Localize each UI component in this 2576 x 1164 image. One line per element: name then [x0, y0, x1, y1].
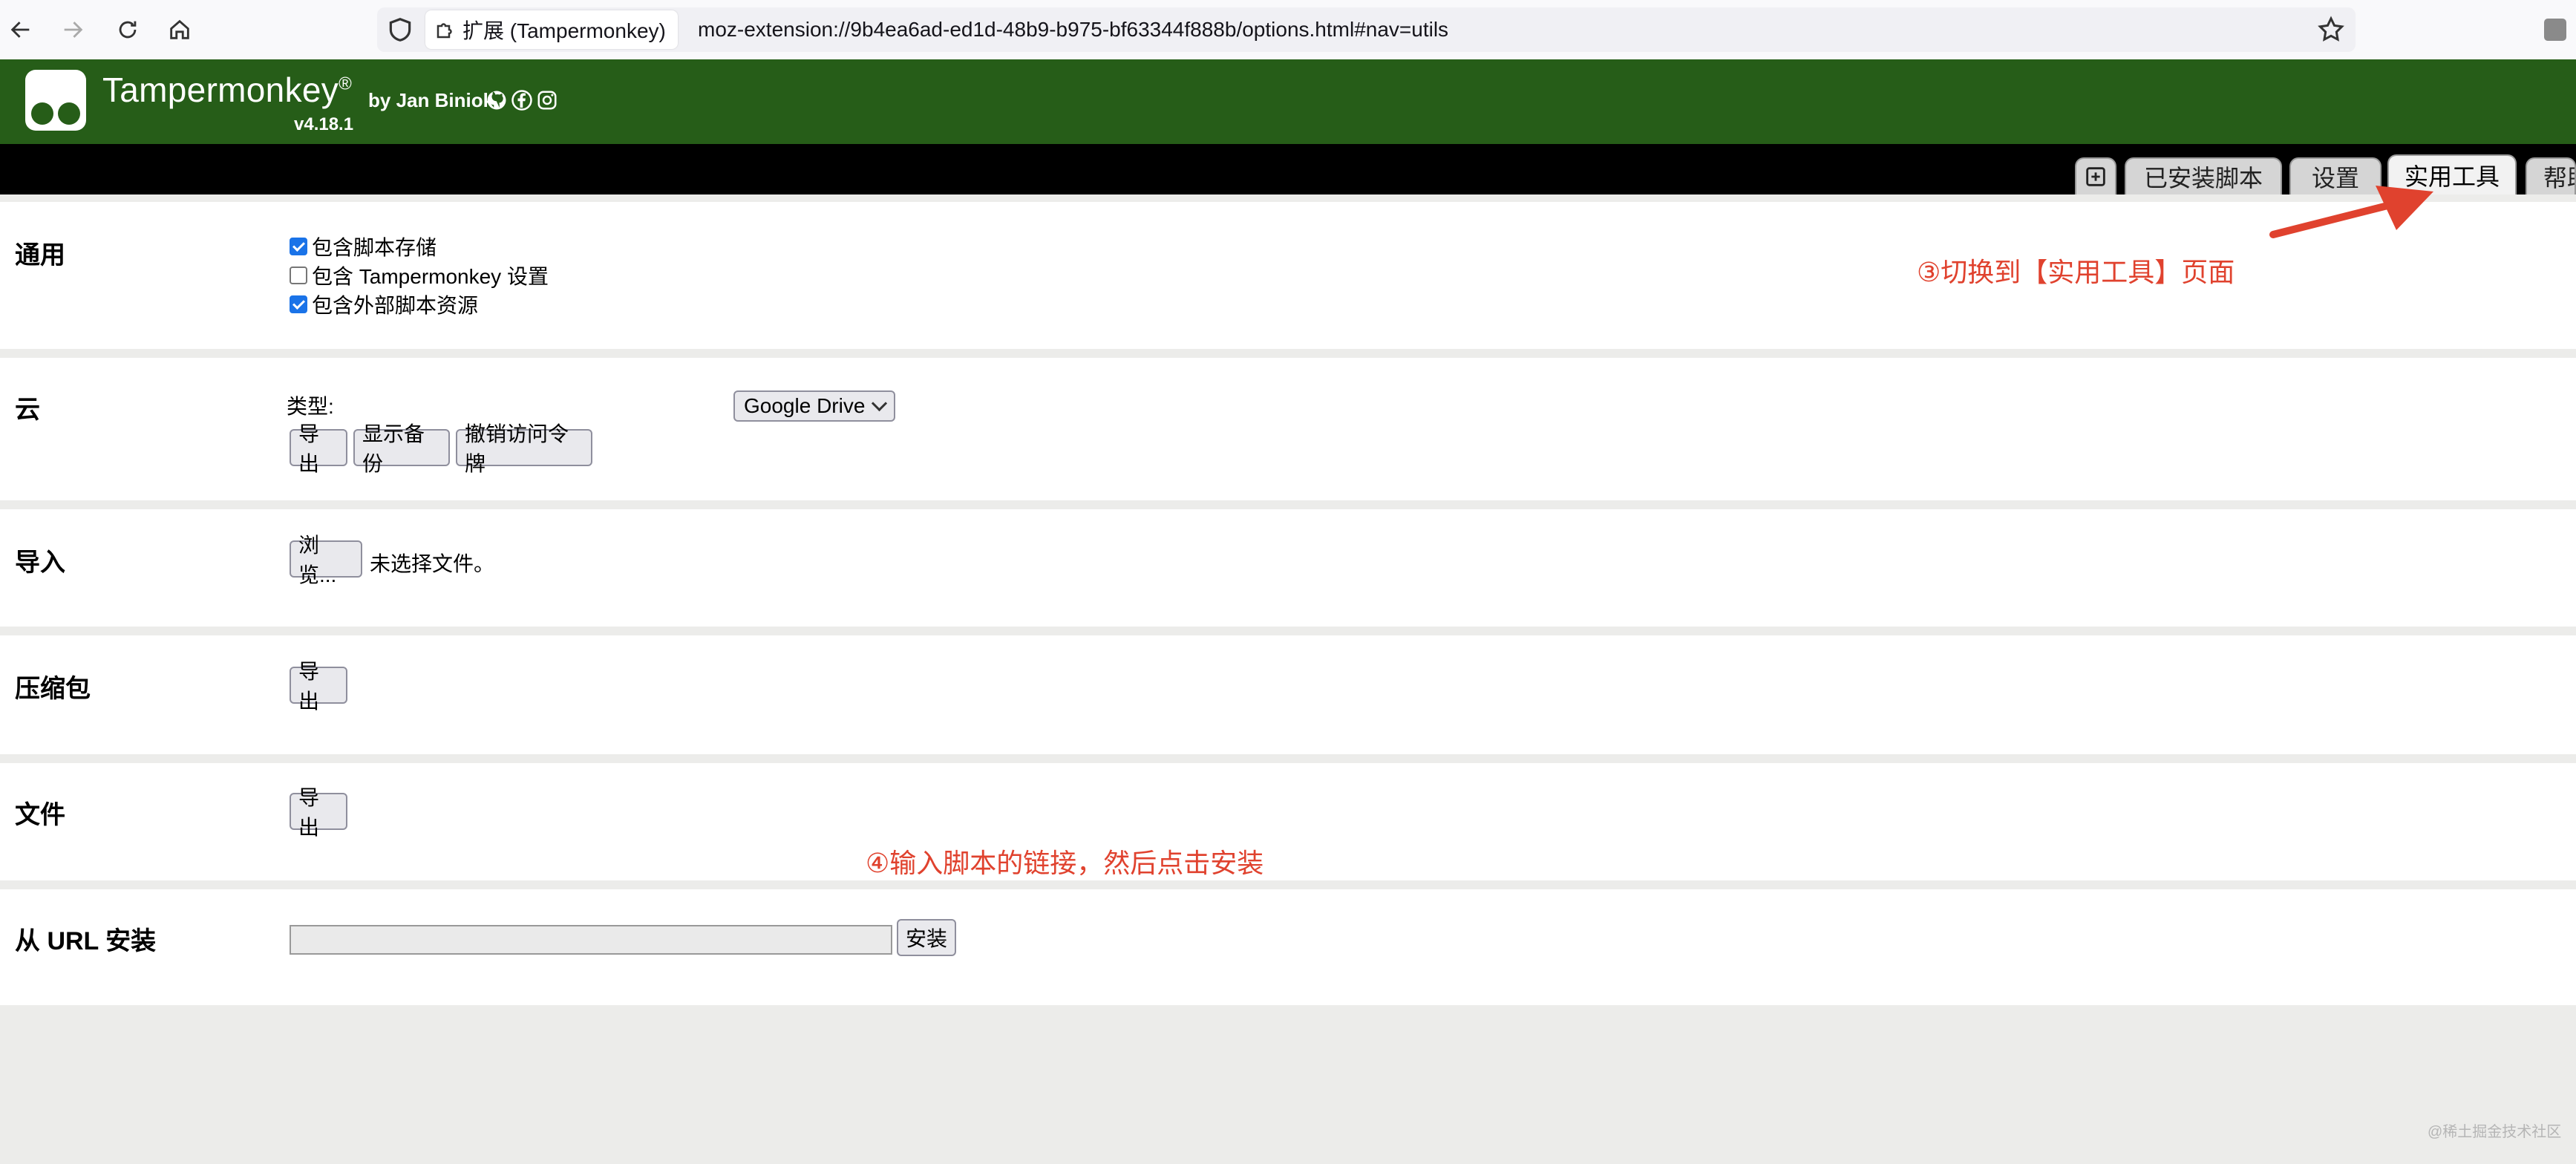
home-icon: [170, 19, 189, 39]
option-include-storage[interactable]: 包含脚本存储: [290, 232, 437, 261]
home-button[interactable]: [160, 10, 199, 49]
instagram-icon[interactable]: [536, 89, 558, 111]
chevron-down-icon: [872, 395, 888, 411]
app-version: v4.18.1: [294, 114, 354, 134]
section-title: 导入: [15, 549, 65, 577]
annotation-step3: ③切换到【实用工具】页面: [1917, 257, 2235, 287]
annotation-step4: ④输入脚本的链接，然后点击安装: [866, 848, 1264, 878]
plus-square-icon: [2086, 167, 2105, 186]
option-include-external-resources[interactable]: 包含外部脚本资源: [290, 290, 478, 319]
section-url-install: 从 URL 安装 安装: [0, 889, 2576, 1005]
file-export-button[interactable]: 导出: [290, 786, 347, 839]
install-button[interactable]: 安装: [897, 919, 956, 956]
script-url-input[interactable]: [290, 925, 892, 955]
revoke-token-button[interactable]: 撤销访问令牌: [456, 422, 592, 475]
reload-icon: [119, 21, 137, 39]
no-file-selected-text: 未选择文件。: [370, 552, 495, 575]
option-include-settings[interactable]: 包含 Tampermonkey 设置: [290, 261, 549, 290]
section-title: 压缩包: [15, 675, 91, 703]
back-button[interactable]: [1, 10, 40, 49]
section-cloud: 云 类型: Google Drive 导出 显示备份 撤销访问令牌: [0, 358, 2576, 500]
arrow-left-icon: [10, 22, 30, 38]
forward-button[interactable]: [53, 10, 92, 49]
annotation-arrow-icon: [2269, 186, 2433, 238]
section-title: 文件: [15, 801, 65, 829]
cloud-type-label: 类型:: [287, 395, 334, 418]
arrow-right-icon: [64, 22, 83, 38]
section-title: 通用: [15, 241, 65, 269]
section-import: 导入 浏览... 未选择文件。: [0, 509, 2576, 627]
github-icon[interactable]: [486, 89, 508, 111]
site-identity[interactable]: 扩展 (Tampermonkey): [425, 10, 678, 49]
bookmark-star-icon[interactable]: [2316, 15, 2346, 45]
reload-button[interactable]: [108, 10, 147, 49]
tampermonkey-logo-icon: [25, 70, 86, 131]
cloud-type-select[interactable]: Google Drive: [733, 390, 896, 422]
site-identity-label: 扩展 (Tampermonkey): [462, 19, 666, 42]
shield-icon[interactable]: [386, 16, 414, 44]
tab-new-script[interactable]: [2075, 157, 2116, 194]
zip-export-button[interactable]: 导出: [290, 660, 347, 713]
puzzle-piece-icon: [437, 23, 452, 39]
extensions-icon[interactable]: [2540, 15, 2570, 45]
section-zip: 压缩包 导出: [0, 635, 2576, 754]
tab-bar: 已安装脚本 设置 实用工具 帮助: [0, 144, 2576, 194]
section-file: 文件 导出: [0, 763, 2576, 880]
watermark: @稀土掘金技术社区: [2428, 1124, 2562, 1140]
tab-help[interactable]: 帮助: [2526, 157, 2576, 194]
browser-toolbar: 扩展 (Tampermonkey) moz-extension://9b4ea6…: [0, 0, 2576, 61]
tab-installed-scripts[interactable]: 已安装脚本: [2125, 157, 2282, 194]
show-backups-button[interactable]: 显示备份: [353, 422, 450, 475]
section-title: 从 URL 安装: [15, 927, 157, 955]
url-text[interactable]: moz-extension://9b4ea6ad-ed1d-48b9-b975-…: [698, 10, 1448, 49]
app-name: Tampermonkey®: [102, 71, 353, 109]
checkbox[interactable]: [290, 267, 307, 284]
app-header: Tampermonkey® by Jan Biniok v4.18.1: [0, 59, 2576, 144]
cloud-export-button[interactable]: 导出: [290, 422, 347, 475]
facebook-icon[interactable]: [511, 89, 533, 111]
author-byline: by Jan Biniok: [368, 89, 494, 111]
section-title: 云: [15, 396, 40, 424]
browse-button[interactable]: 浏览...: [290, 534, 362, 586]
checkbox[interactable]: [290, 295, 307, 313]
checkbox[interactable]: [290, 238, 307, 255]
